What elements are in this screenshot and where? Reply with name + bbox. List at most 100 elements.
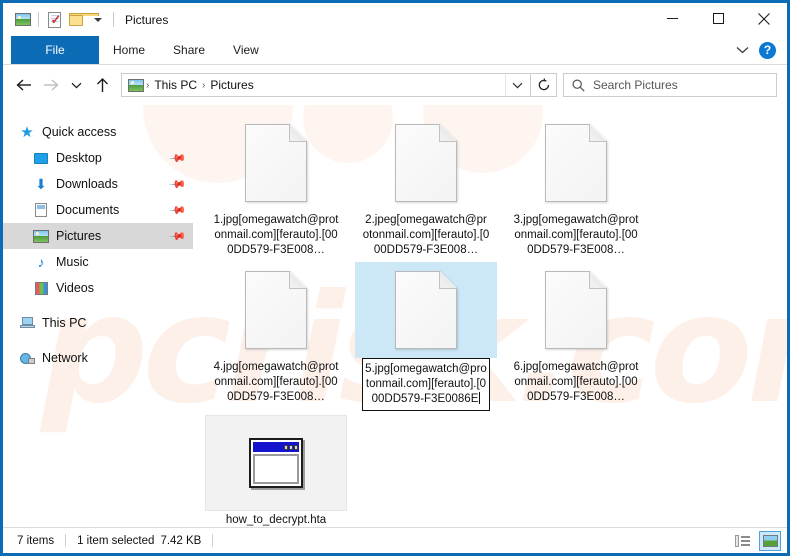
selection-label: 1 item selected: [77, 534, 155, 547]
pin-icon[interactable]: 📌: [169, 227, 188, 245]
window-title: Pictures: [125, 12, 169, 27]
breadcrumb-separator: ›: [146, 79, 150, 91]
blank-document-icon: [545, 271, 607, 349]
this-pc-icon: [19, 315, 35, 331]
file-icon-box: [205, 262, 347, 358]
sidebar-item-quick-access[interactable]: ★ Quick access: [3, 119, 193, 145]
file-name-label: how_to_decrypt.hta: [225, 514, 327, 526]
minimize-button[interactable]: [649, 3, 695, 34]
search-input[interactable]: Search Pictures: [563, 73, 777, 97]
refresh-button[interactable]: [531, 73, 557, 97]
file-item[interactable]: 6.jpg[omegawatch@protonmail.com][ferauto…: [501, 258, 651, 411]
tab-home[interactable]: Home: [99, 36, 159, 64]
ribbon-right-controls: ?: [736, 36, 787, 64]
file-rename-input[interactable]: 5.jpg[omegawatch@protonmail.com][ferauto…: [362, 358, 490, 411]
status-divider: [212, 534, 214, 547]
star-icon: ★: [20, 123, 34, 141]
pictures-icon[interactable]: [12, 9, 34, 31]
breadcrumb-pictures[interactable]: Pictures: [207, 78, 256, 92]
up-button[interactable]: [89, 72, 115, 98]
close-button[interactable]: [741, 3, 787, 34]
large-icons-view-icon: [762, 534, 778, 547]
sidebar-item-label: Videos: [56, 281, 94, 295]
address-field[interactable]: › This PC › Pictures: [121, 73, 531, 97]
forward-button[interactable]: [37, 72, 63, 98]
tab-view[interactable]: View: [219, 36, 273, 64]
toolbar-divider: [38, 12, 39, 27]
sidebar-item-downloads[interactable]: ⬇ Downloads 📌: [3, 171, 193, 197]
explorer-content: ★ Quick access Desktop 📌 ⬇ Downloads 📌 D…: [3, 105, 787, 527]
file-grid: 1.jpg[omegawatch@protonmail.com][ferauto…: [201, 111, 787, 528]
sidebar-item-label: Desktop: [56, 151, 102, 165]
customize-dropdown-icon[interactable]: [87, 9, 109, 31]
sidebar-item-label: Music: [56, 255, 89, 269]
blank-document-icon: [545, 124, 607, 202]
sidebar-item-pictures[interactable]: Pictures 📌: [3, 223, 193, 249]
file-name-label: 3.jpg[omegawatch@protonmail.com][ferauto…: [513, 214, 639, 256]
sidebar-item-this-pc[interactable]: This PC: [3, 310, 193, 336]
view-toggle-group: [731, 530, 781, 551]
pin-icon[interactable]: 📌: [169, 149, 188, 167]
file-icon-box: [355, 262, 497, 358]
file-name-label: 2.jpeg[omegawatch@protonmail.com][feraut…: [362, 214, 490, 256]
sidebar-item-label: This PC: [42, 316, 87, 330]
file-list-pane[interactable]: 1.jpg[omegawatch@protonmail.com][ferauto…: [193, 105, 787, 527]
sidebar-item-desktop[interactable]: Desktop 📌: [3, 145, 193, 171]
item-count-label: 7 items: [17, 534, 55, 547]
pin-icon[interactable]: 📌: [169, 175, 188, 193]
file-item[interactable]: 3.jpg[omegawatch@protonmail.com][ferauto…: [501, 111, 651, 258]
file-item[interactable]: 2.jpeg[omegawatch@protonmail.com][feraut…: [351, 111, 501, 258]
file-name-label: 1.jpg[omegawatch@protonmail.com][ferauto…: [213, 214, 339, 256]
address-pictures-icon: [128, 78, 144, 92]
file-name-text: 5.jpg[omegawatch@protonmail.com][ferauto…: [365, 363, 487, 405]
desktop-icon: [33, 150, 49, 166]
search-placeholder: Search Pictures: [593, 78, 678, 92]
sidebar-item-label: Network: [42, 351, 88, 365]
blank-document-icon: [395, 124, 457, 202]
quick-access-toolbar: ✓: [3, 9, 118, 31]
blank-document-icon: [245, 124, 307, 202]
large-icons-view-button[interactable]: [759, 530, 781, 551]
sidebar-item-label: Downloads: [56, 177, 118, 191]
file-item-selected[interactable]: 5.jpg[omegawatch@protonmail.com][ferauto…: [351, 258, 501, 411]
title-bar: ✓ Pictures: [3, 3, 787, 36]
file-item[interactable]: 1.jpg[omegawatch@protonmail.com][ferauto…: [201, 111, 351, 258]
file-item[interactable]: 4.jpg[omegawatch@protonmail.com][ferauto…: [201, 258, 351, 411]
file-item-hta[interactable]: how_to_decrypt.hta: [201, 411, 351, 528]
properties-icon[interactable]: ✓: [43, 9, 65, 31]
sidebar-item-label: Pictures: [56, 229, 102, 243]
details-view-icon: [734, 534, 750, 547]
address-dropdown-icon[interactable]: [505, 74, 528, 96]
sidebar-item-network[interactable]: Network: [3, 345, 193, 371]
file-icon-box: [205, 115, 347, 211]
back-button[interactable]: [11, 72, 37, 98]
sidebar-item-documents[interactable]: Documents 📌: [3, 197, 193, 223]
music-icon: ♪: [37, 254, 45, 270]
file-icon-box: [355, 115, 497, 211]
file-icon-box: [505, 262, 647, 358]
details-view-button[interactable]: [731, 531, 753, 551]
tab-share[interactable]: Share: [159, 36, 219, 64]
file-icon-box: [505, 115, 647, 211]
downloads-icon: ⬇: [35, 176, 47, 192]
status-bar: 7 items 1 item selected 7.42 KB: [3, 527, 787, 553]
toolbar-divider: [113, 12, 114, 27]
help-button[interactable]: ?: [759, 41, 776, 59]
pin-icon[interactable]: 📌: [169, 201, 188, 219]
file-name-label: 6.jpg[omegawatch@protonmail.com][ferauto…: [513, 361, 639, 403]
breadcrumb-this-pc[interactable]: This PC: [151, 78, 200, 92]
hta-application-icon: [249, 438, 303, 488]
sidebar-item-music[interactable]: ♪ Music: [3, 249, 193, 275]
network-icon: [19, 350, 35, 366]
maximize-button[interactable]: [695, 3, 741, 34]
explorer-window: pcrisk.com ✓ Pictures: [0, 0, 790, 556]
new-folder-icon[interactable]: [65, 9, 99, 31]
status-divider: [65, 534, 67, 547]
sidebar-item-videos[interactable]: Videos: [3, 275, 193, 301]
recent-locations-chevron-icon[interactable]: [63, 72, 89, 98]
navigation-pane: ★ Quick access Desktop 📌 ⬇ Downloads 📌 D…: [3, 105, 193, 527]
expand-ribbon-chevron-icon[interactable]: [736, 46, 749, 54]
tab-file[interactable]: File: [11, 36, 99, 64]
